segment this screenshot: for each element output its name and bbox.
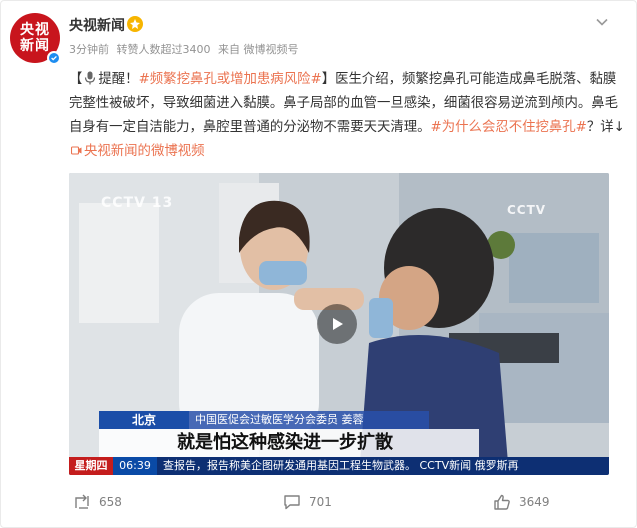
- comment-icon: [284, 495, 300, 510]
- gold-badge-icon: [127, 16, 143, 32]
- hashtag-why-pick-nose[interactable]: #为什么会忍不住挖鼻孔#: [431, 120, 587, 135]
- comment-button[interactable]: 701: [283, 493, 332, 511]
- caption-main: 就是怕这种感染进一步扩散: [99, 429, 479, 457]
- post-source[interactable]: 来自 微博视频号: [218, 43, 299, 56]
- detail-text: ？详↓: [586, 120, 625, 135]
- post-time[interactable]: 3分钟前: [69, 43, 109, 56]
- video-link[interactable]: 央视新闻的微博视频: [69, 144, 205, 159]
- avatar-text-bottom: 新闻: [20, 38, 50, 54]
- like-button[interactable]: 3649: [493, 493, 550, 511]
- chevron-down-icon[interactable]: [595, 15, 609, 29]
- video-link-label: 央视新闻的微博视频: [84, 144, 205, 159]
- microphone-icon: [85, 71, 96, 85]
- post-meta: 3分钟前 转赞人数超过3400 来自 微博视频号: [69, 41, 299, 57]
- weibo-post-card: 央视 新闻 央视新闻 3分钟前 转赞人数超过3400 来自 微博视频号 【提醒！…: [0, 0, 637, 528]
- play-button[interactable]: [317, 304, 357, 344]
- video-link-icon: [70, 146, 82, 155]
- author-name[interactable]: 央视新闻: [69, 15, 125, 35]
- caption-location: 北京: [99, 411, 189, 429]
- video-player[interactable]: CCTV 13 CCTV 北京 中国医促会过敏医学分会委员 姜蓉 就是怕这种感染…: [69, 173, 609, 475]
- like-count: 3649: [519, 495, 550, 509]
- hashtag-nose-picking-risk[interactable]: #频繁挖鼻孔或增加患病风险#: [139, 72, 322, 87]
- news-ticker: 星期四 06:39 查报告，报告称美企图研发通用基因工程生物武器。 CCTV新闻 俄…: [69, 457, 609, 475]
- remind-text: 提醒！: [98, 72, 139, 87]
- caption-speaker: 中国医促会过敏医学分会委员 姜蓉: [189, 411, 429, 429]
- post-repost-summary: 转赞人数超过3400: [116, 43, 211, 56]
- post-text: 【提醒！#频繁挖鼻孔或增加患病风险#】医生介绍，频繁挖鼻孔可能造成鼻毛脱落、黏膜…: [69, 68, 625, 164]
- repost-icon: [75, 494, 89, 509]
- bracket-open: 【: [69, 72, 83, 87]
- comment-count: 701: [309, 495, 332, 509]
- verified-icon: [47, 51, 61, 65]
- channel-logo-left: CCTV 13: [101, 195, 174, 211]
- avatar-text-top: 央视: [20, 22, 50, 38]
- thumbs-up-icon: [494, 494, 510, 510]
- channel-logo-right: CCTV: [507, 203, 547, 217]
- ticker-time: 06:39: [113, 457, 157, 475]
- play-icon: [333, 318, 343, 330]
- ticker-day: 星期四: [69, 457, 113, 475]
- repost-button[interactable]: 658: [73, 493, 122, 511]
- ticker-text: 查报告，报告称美企图研发通用基因工程生物武器。 CCTV新闻 俄罗斯再: [163, 459, 519, 472]
- repost-count: 658: [99, 495, 122, 509]
- action-bar: 658 701 3649: [1, 489, 637, 521]
